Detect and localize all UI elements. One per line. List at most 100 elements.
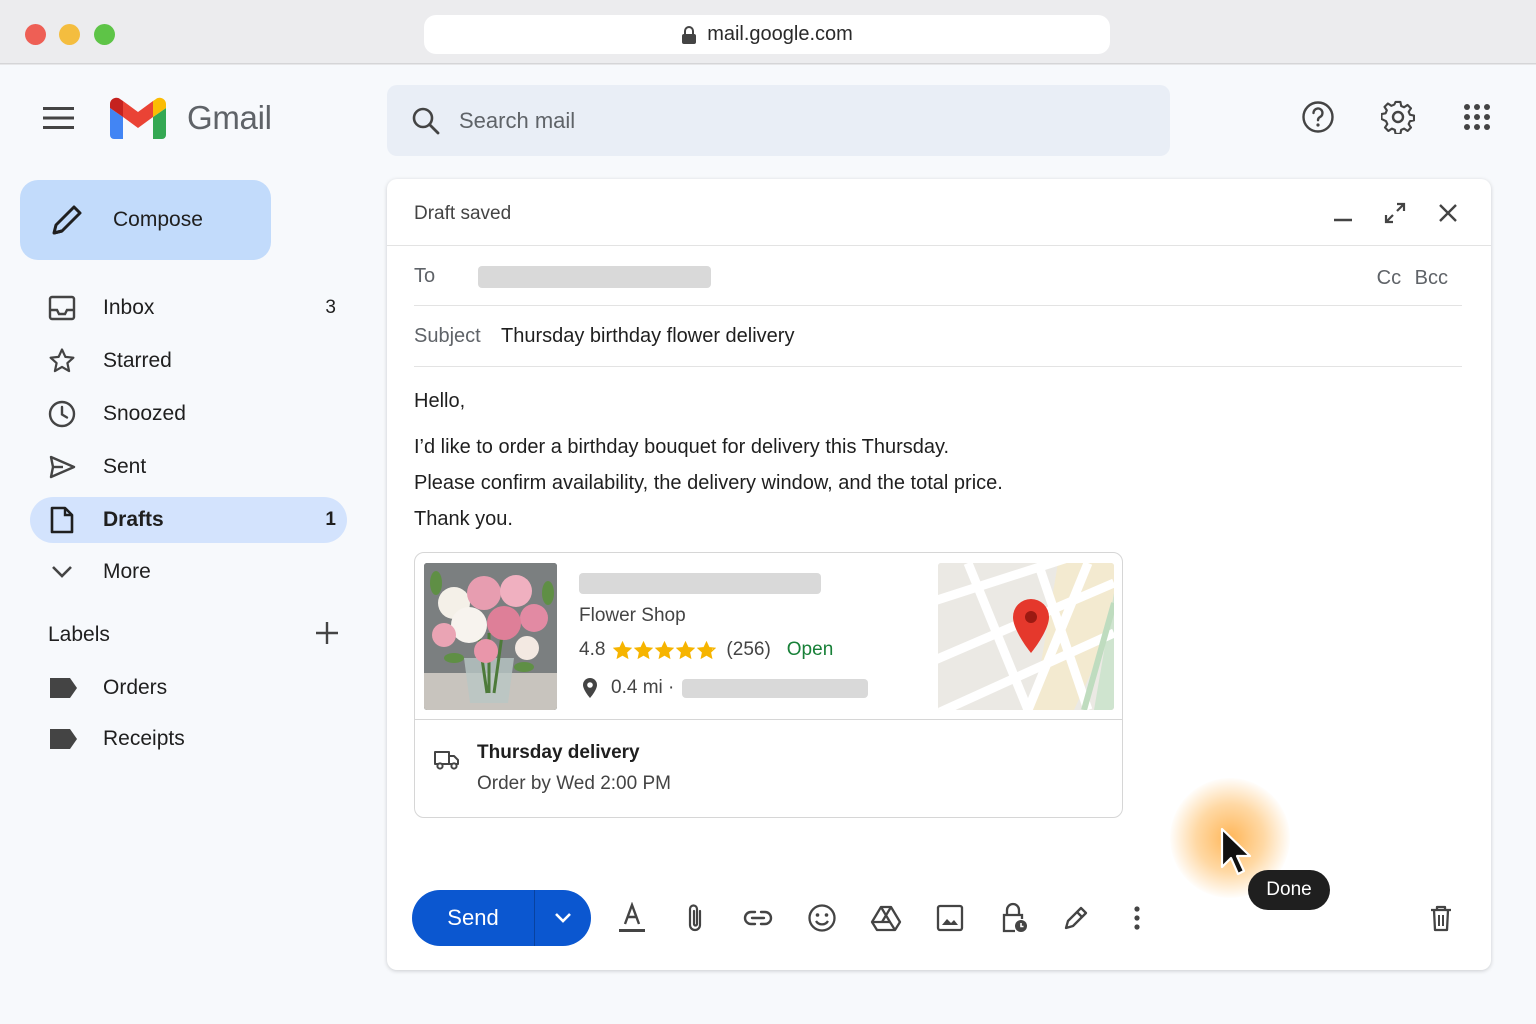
compose-button[interactable]: Compose	[20, 180, 271, 260]
star-icon	[676, 640, 696, 659]
body-line: Please confirm availability, the deliver…	[414, 472, 1003, 494]
open-status: Open	[786, 639, 834, 660]
sidebar-item-sent[interactable]: Sent	[30, 444, 347, 490]
attach-files-button[interactable]	[678, 901, 712, 935]
sidebar-item-label: Sent	[103, 455, 147, 478]
close-compose-button[interactable]	[1434, 199, 1462, 227]
text-format-icon	[619, 902, 645, 932]
chevron-down-icon	[555, 913, 571, 923]
schedule-send-button[interactable]	[535, 890, 591, 946]
bouquet-photo	[424, 563, 557, 710]
star-icon	[613, 640, 633, 659]
expand-icon	[1384, 202, 1406, 224]
label-orders[interactable]: Orders	[48, 671, 167, 705]
inbox-count: 3	[325, 297, 336, 318]
insert-photo-button[interactable]	[933, 901, 967, 935]
map-thumbnail[interactable]	[938, 563, 1114, 710]
insert-link-button[interactable]	[741, 901, 775, 935]
to-label: To	[414, 265, 436, 287]
label-tag-icon	[50, 678, 77, 698]
delivery-cutoff: Order by Wed 2:00 PM	[477, 773, 671, 794]
formatting-options-button[interactable]	[615, 901, 649, 935]
maximize-window-button[interactable]	[94, 24, 115, 45]
insert-drive-button[interactable]	[869, 901, 903, 935]
rating-value: 4.8	[579, 639, 606, 660]
draft-status: Draft saved	[414, 203, 512, 224]
pen-icon	[1064, 906, 1088, 930]
compose-window: Draft saved To Cc Bcc Subject Thursday b…	[387, 179, 1491, 970]
clock-icon	[46, 398, 78, 430]
paperclip-icon	[688, 904, 702, 932]
insert-signature-button[interactable]	[1059, 901, 1093, 935]
rating-row: 4.8 (256) Open	[579, 639, 833, 661]
pencil-icon	[52, 205, 82, 235]
google-apps-button[interactable]	[1459, 99, 1495, 135]
subject-text[interactable]: Thursday birthday flower delivery	[501, 325, 794, 348]
emoji-icon	[808, 904, 836, 932]
sidebar-item-more[interactable]: More	[30, 549, 347, 595]
expand-compose-button[interactable]	[1381, 199, 1409, 227]
search-icon[interactable]	[411, 106, 441, 136]
more-options-button[interactable]	[1120, 901, 1154, 935]
main-menu-button[interactable]	[36, 98, 82, 138]
draft-icon	[46, 504, 78, 536]
search-bar[interactable]	[387, 85, 1170, 156]
drafts-count: 1	[325, 509, 336, 530]
label-receipts[interactable]: Receipts	[48, 722, 185, 756]
cc-bcc-links[interactable]: Cc Bcc	[1377, 267, 1448, 290]
minimize-window-button[interactable]	[59, 24, 80, 45]
help-icon	[1302, 101, 1334, 133]
url-text: mail.google.com	[707, 23, 853, 45]
subject-field[interactable]: Subject Thursday birthday flower deliver…	[414, 306, 1462, 367]
help-button[interactable]	[1300, 99, 1336, 135]
gmail-logo-icon[interactable]	[110, 97, 166, 139]
settings-button[interactable]	[1380, 99, 1416, 135]
sidebar-item-label: More	[103, 560, 151, 583]
search-input[interactable]	[459, 107, 1059, 134]
shop-name-redacted	[579, 573, 821, 594]
sidebar-item-label: Starred	[103, 349, 172, 372]
label-tag-icon	[50, 729, 77, 749]
sidebar-item-starred[interactable]: Starred	[30, 338, 347, 384]
discard-draft-button[interactable]	[1424, 901, 1458, 935]
location-pin-icon	[583, 678, 597, 698]
labels-heading: Labels	[48, 623, 110, 646]
sidebar-item-drafts[interactable]: Drafts 1	[30, 497, 347, 543]
add-label-icon[interactable]	[313, 619, 341, 647]
star-icon	[697, 640, 717, 659]
compose-header: Draft saved	[387, 179, 1491, 246]
close-icon	[1439, 204, 1457, 222]
subject-label: Subject	[414, 325, 481, 347]
body-line: Thank you.	[414, 508, 513, 530]
star-rating	[613, 640, 718, 660]
browser-titlebar: mail.google.com	[0, 0, 1536, 64]
sidebar-item-snoozed[interactable]: Snoozed	[30, 391, 347, 437]
lock-icon	[682, 25, 697, 44]
sidebar-item-label: Inbox	[103, 296, 155, 319]
place-card[interactable]: Flower Shop 4.8 (256) Open 0.4 mi · Thur…	[414, 552, 1123, 818]
trash-icon	[1431, 905, 1451, 932]
close-window-button[interactable]	[25, 24, 46, 45]
drive-icon	[870, 905, 902, 932]
shop-category: Flower Shop	[579, 605, 686, 626]
recipient-redacted	[478, 266, 711, 288]
gear-icon	[1381, 100, 1415, 134]
sidebar-item-label: Snoozed	[103, 402, 186, 425]
image-icon	[936, 904, 964, 932]
gmail-wordmark: Gmail	[187, 99, 272, 136]
insert-emoji-button[interactable]	[805, 901, 839, 935]
to-field[interactable]: To Cc Bcc	[414, 246, 1462, 306]
mouse-pointer-icon	[1220, 827, 1252, 876]
confidential-mode-button[interactable]	[997, 901, 1031, 935]
address-redacted	[682, 678, 869, 698]
label-name: Receipts	[103, 727, 185, 750]
minimize-compose-button[interactable]	[1329, 199, 1357, 227]
body-line: Hello,	[414, 390, 466, 412]
place-card-summary: Flower Shop 4.8 (256) Open 0.4 mi ·	[415, 553, 1122, 720]
address-bar[interactable]: mail.google.com	[424, 15, 1110, 54]
send-button[interactable]: Send	[412, 890, 534, 946]
apps-grid-icon	[1464, 104, 1490, 130]
sidebar-item-inbox[interactable]: Inbox 3	[30, 285, 347, 331]
distance-row: 0.4 mi ·	[581, 677, 869, 699]
more-vert-icon	[1134, 906, 1140, 930]
